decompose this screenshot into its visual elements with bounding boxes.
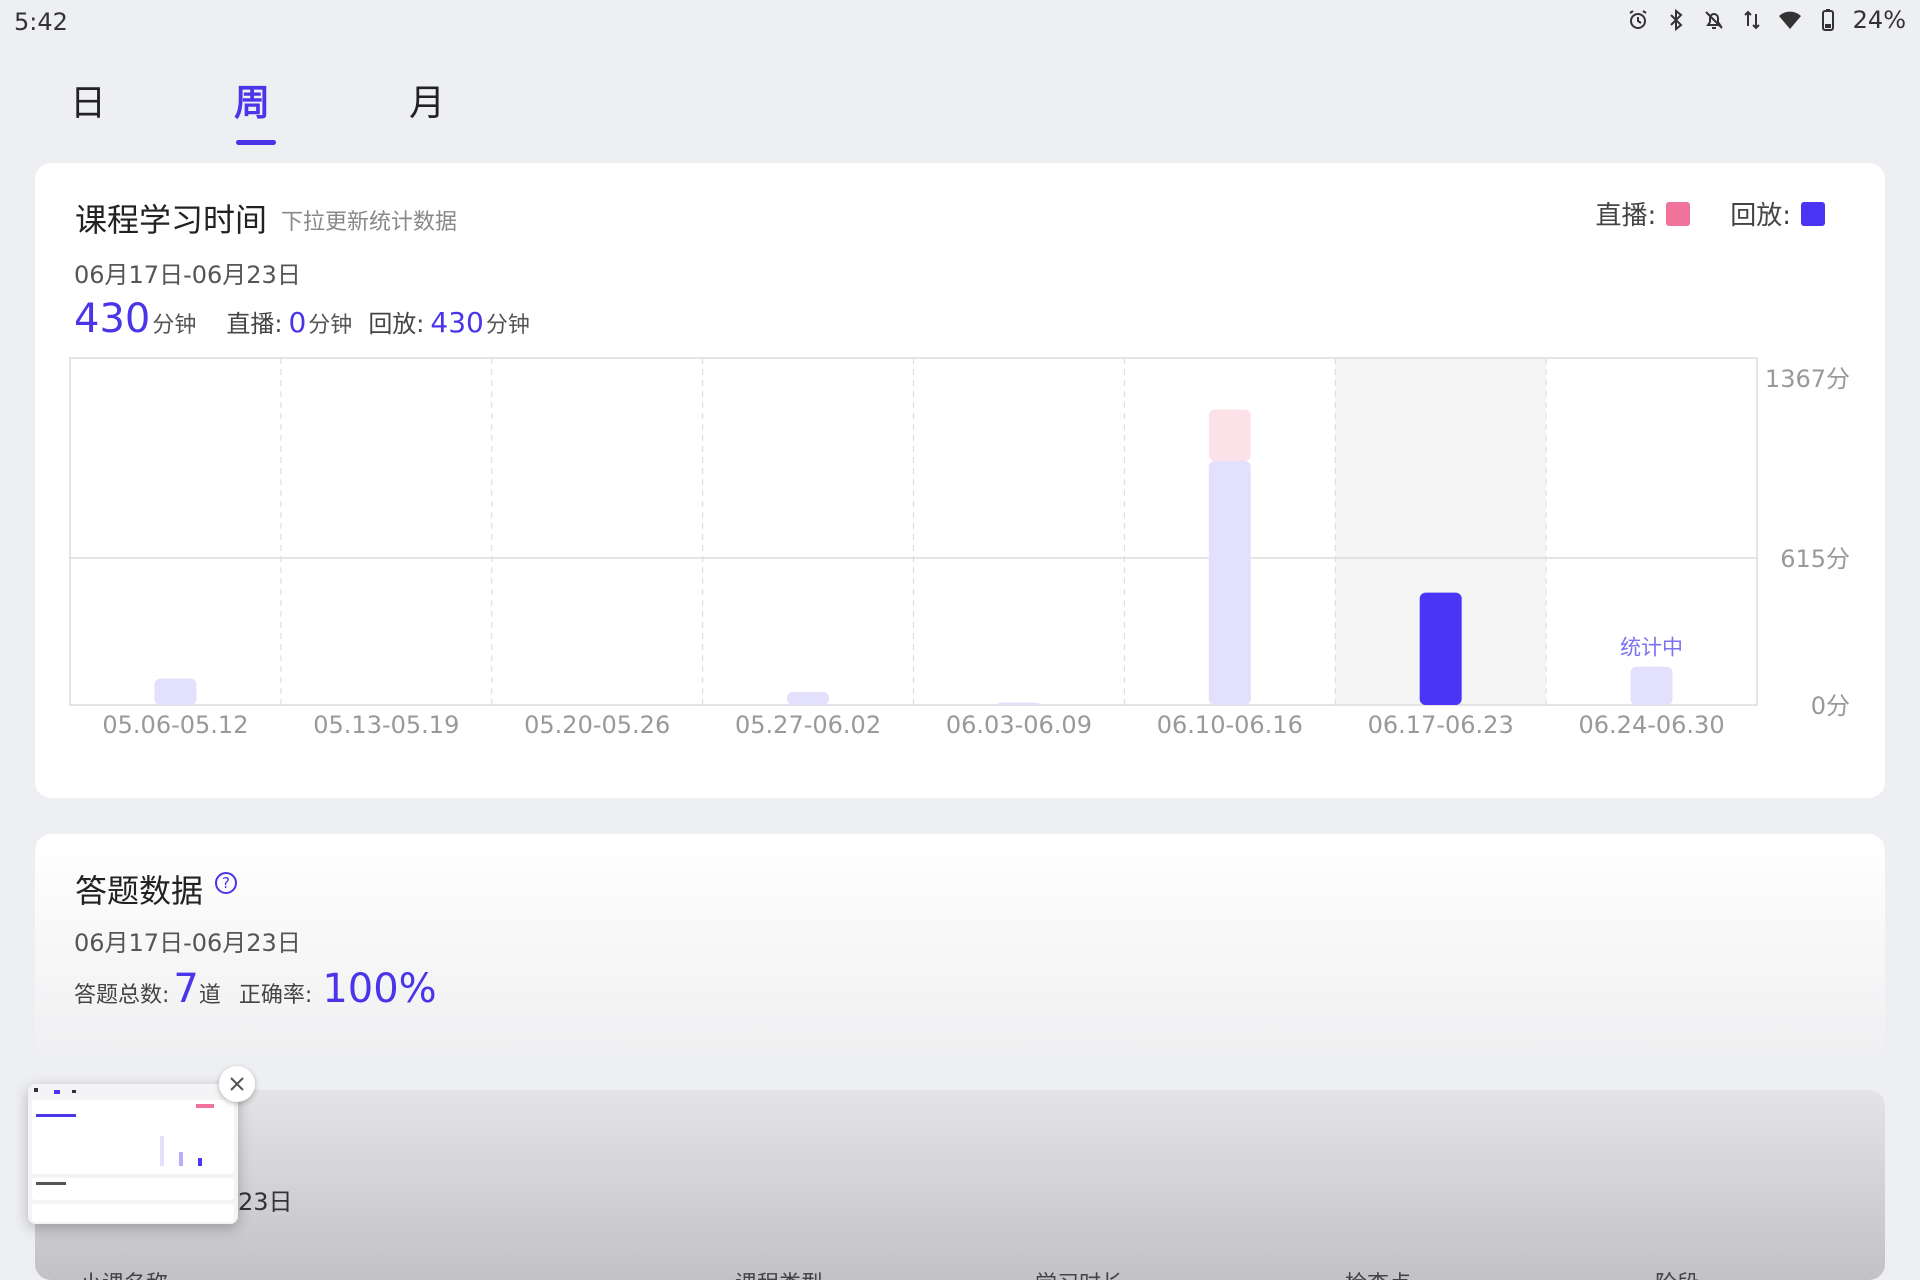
bar-replay-06.17-06.23[interactable] [1419,592,1462,705]
bar-replay-06.10-06.16[interactable] [1208,461,1251,705]
status-time: 5:42 [14,8,68,36]
data-arrows-icon [1739,7,1765,33]
bar-replay-06.03-06.09[interactable] [997,702,1040,705]
status-icons: 24% [1625,6,1906,34]
close-icon [230,1077,244,1091]
accuracy-label: 正确率: [238,983,313,1008]
bar-replay-06.24-06.30[interactable] [1630,666,1673,705]
in-progress-label: 统计中 [1620,636,1683,660]
column-lesson-name: 小课名称 [80,1266,168,1280]
tab-month[interactable]: 月 [409,74,445,126]
total-questions-unit: 道 [198,983,221,1008]
weekly-study-chart[interactable]: 0分 615分 1367分 05.06-05.12 05.13-05.19 05.20-0… [35,163,1885,798]
column-stage: 阶段 [1655,1266,1699,1280]
answer-date-range: 06月17日-06月23日 [74,929,301,957]
bluetooth-icon [1663,7,1689,33]
app-root: 5:42 24% 日 周 月 课程学习时间 下拉更新统计数据 直播: 回放: 0… [0,0,1920,1280]
x-tick-label: 05.13-05.19 [313,711,459,739]
answer-card-title: 答题数据 [75,872,204,910]
column-study-duration: 学习时长 [1035,1266,1123,1280]
lesson-details-card: 23日 小课名称 课程类型 学习时长 检查点 阶段 [35,1090,1885,1280]
x-tick-label: 06.17-06.23 [1368,711,1514,739]
y-tick-label: 0分 [1811,692,1850,720]
x-tick-label: 06.24-06.30 [1579,711,1725,739]
y-tick-label: 1367分 [1765,365,1850,393]
alarm-icon [1625,7,1651,33]
x-tick-label: 05.20-05.26 [524,711,670,739]
bar-live-06.10-06.16[interactable] [1208,409,1251,462]
tab-week[interactable]: 周 [234,74,270,126]
x-tick-label: 05.06-05.12 [102,711,248,739]
x-tick-label: 06.03-06.09 [946,711,1092,739]
period-tabs: 日 周 月 [0,60,800,150]
total-questions-value: 7 [173,966,199,1012]
battery-percent: 24% [1852,6,1906,34]
thumbnail-image [28,1084,238,1224]
battery-icon [1815,7,1841,33]
x-tick-label: 06.10-06.16 [1157,711,1303,739]
column-course-type: 课程类型 [735,1266,823,1280]
answer-stats: 答题总数: 7 道 正确率: 100% [74,966,437,1012]
wifi-icon [1777,7,1803,33]
column-checkpoint: 检查点 [1345,1266,1411,1280]
status-bar: 5:42 24% [0,0,1920,44]
bell-off-icon [1701,7,1727,33]
y-tick-label: 615分 [1780,545,1850,573]
tab-day[interactable]: 日 [70,74,106,126]
accuracy-value: 100% [322,966,437,1012]
bar-replay-05.06-05.12[interactable] [154,678,197,705]
total-questions-label: 答题总数: [74,983,170,1008]
close-preview-button[interactable] [219,1066,255,1102]
screenshot-preview-thumbnail[interactable] [28,1084,238,1224]
study-time-card: 课程学习时间 下拉更新统计数据 直播: 回放: 06月17日-06月23日 43… [35,163,1885,798]
details-date-range: 23日 [238,1188,293,1216]
x-tick-label: 05.27-06.02 [735,711,881,739]
bar-replay-05.27-06.02[interactable] [787,691,830,705]
help-icon[interactable]: ? [215,872,237,894]
tab-active-indicator [236,140,276,145]
answer-data-card: 答题数据 ? 06月17日-06月23日 答题总数: 7 道 正确率: 100% [35,834,1885,1055]
